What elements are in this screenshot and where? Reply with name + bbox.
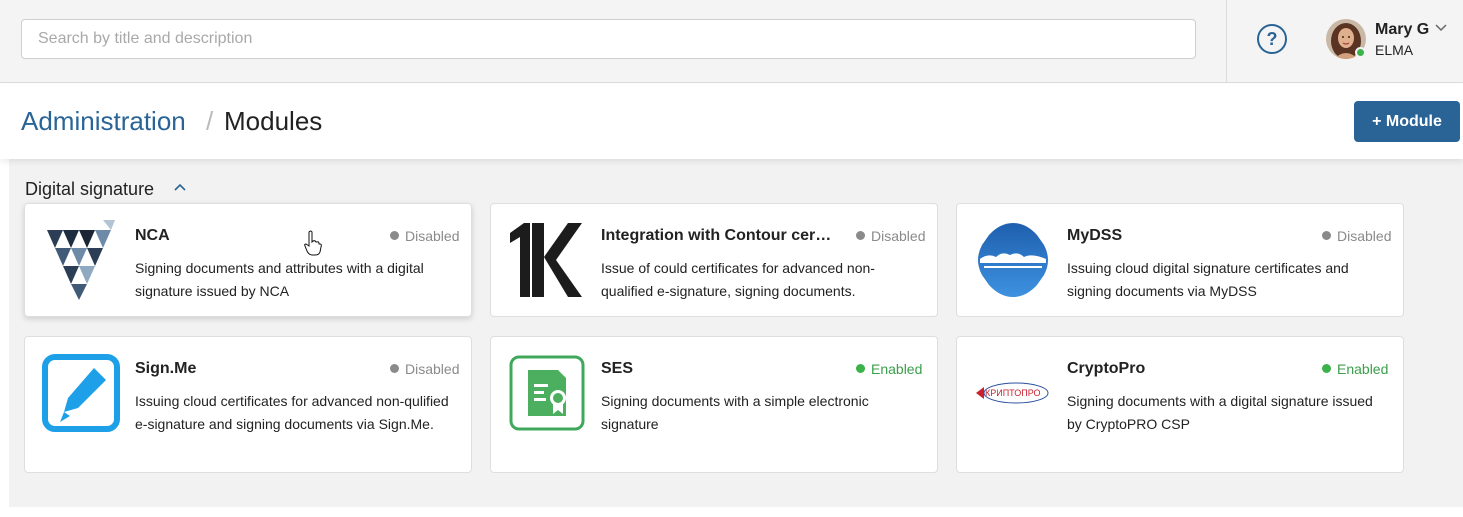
- module-title: Integration with Contour certificates: [601, 227, 836, 244]
- module-description: Issue of could certificates for advanced…: [601, 260, 875, 299]
- module-title: MyDSS: [1067, 227, 1123, 244]
- online-status-dot: [1355, 47, 1366, 58]
- add-module-button[interactable]: + Module: [1354, 101, 1460, 142]
- status-badge: Enabled: [1322, 361, 1392, 377]
- topbar-divider: [1226, 0, 1227, 83]
- module-card-signme[interactable]: Sign.Me Disabled Issuing cloud certifica…: [24, 336, 472, 473]
- cryptopro-logo-text: КРИПТОПРО: [985, 388, 1041, 398]
- search-input[interactable]: [21, 19, 1196, 59]
- module-title: Sign.Me: [135, 360, 197, 377]
- mydss-cloud-logo-icon: [973, 220, 1053, 300]
- module-description: Signing documents and attributes with a …: [135, 260, 424, 299]
- status-badge: Disabled: [390, 361, 460, 377]
- nca-logo-icon: [41, 220, 121, 300]
- top-bar: ? Mary G ELMA: [0, 0, 1463, 83]
- module-title: CryptoPro: [1067, 360, 1146, 377]
- contour-k-logo-icon: [507, 220, 587, 300]
- page-title: Modules: [224, 106, 323, 136]
- breadcrumb-separator: /: [206, 106, 214, 136]
- user-name[interactable]: Mary G: [1375, 21, 1429, 39]
- help-question-icon[interactable]: ?: [1257, 24, 1287, 54]
- module-description: Issuing cloud certificates for advanced …: [135, 393, 449, 432]
- module-title: SES: [601, 360, 634, 377]
- module-description: Signing documents with a simple electron…: [601, 393, 869, 432]
- signme-pen-logo-icon: [41, 353, 121, 433]
- chevron-down-icon[interactable]: [1434, 20, 1448, 34]
- section-title[interactable]: Digital signature: [25, 179, 154, 200]
- module-title: NCA: [135, 227, 170, 244]
- breadcrumb-administration[interactable]: Administration: [21, 106, 186, 137]
- hand-cursor-icon: [304, 230, 322, 256]
- module-card-cryptopro[interactable]: КРИПТОПРО CryptoPro Enabled Signing docu…: [956, 336, 1404, 473]
- module-card-nca[interactable]: NCA Disabled Signing documents and attri…: [24, 203, 472, 317]
- module-card-ses[interactable]: SES Enabled Signing documents with a sim…: [490, 336, 938, 473]
- page-header: Administration / Modules + Module: [0, 84, 1463, 159]
- status-badge: Disabled: [856, 228, 926, 244]
- chevron-up-icon[interactable]: [173, 181, 187, 195]
- status-badge: Disabled: [390, 228, 460, 244]
- module-card-contour[interactable]: Integration with Contour certificates Di…: [490, 203, 938, 317]
- status-badge: Disabled: [1322, 228, 1392, 244]
- cryptopro-logo-icon: КРИПТОПРО: [973, 353, 1053, 433]
- ses-certificate-logo-icon: [507, 353, 587, 433]
- user-org: ELMA: [1375, 42, 1414, 58]
- module-description: Issuing cloud digital signature certific…: [1067, 260, 1349, 299]
- module-card-mydss[interactable]: MyDSS Disabled Issuing cloud digital sig…: [956, 203, 1404, 317]
- module-description: Signing documents with a digital signatu…: [1067, 393, 1373, 432]
- status-badge: Enabled: [856, 361, 926, 377]
